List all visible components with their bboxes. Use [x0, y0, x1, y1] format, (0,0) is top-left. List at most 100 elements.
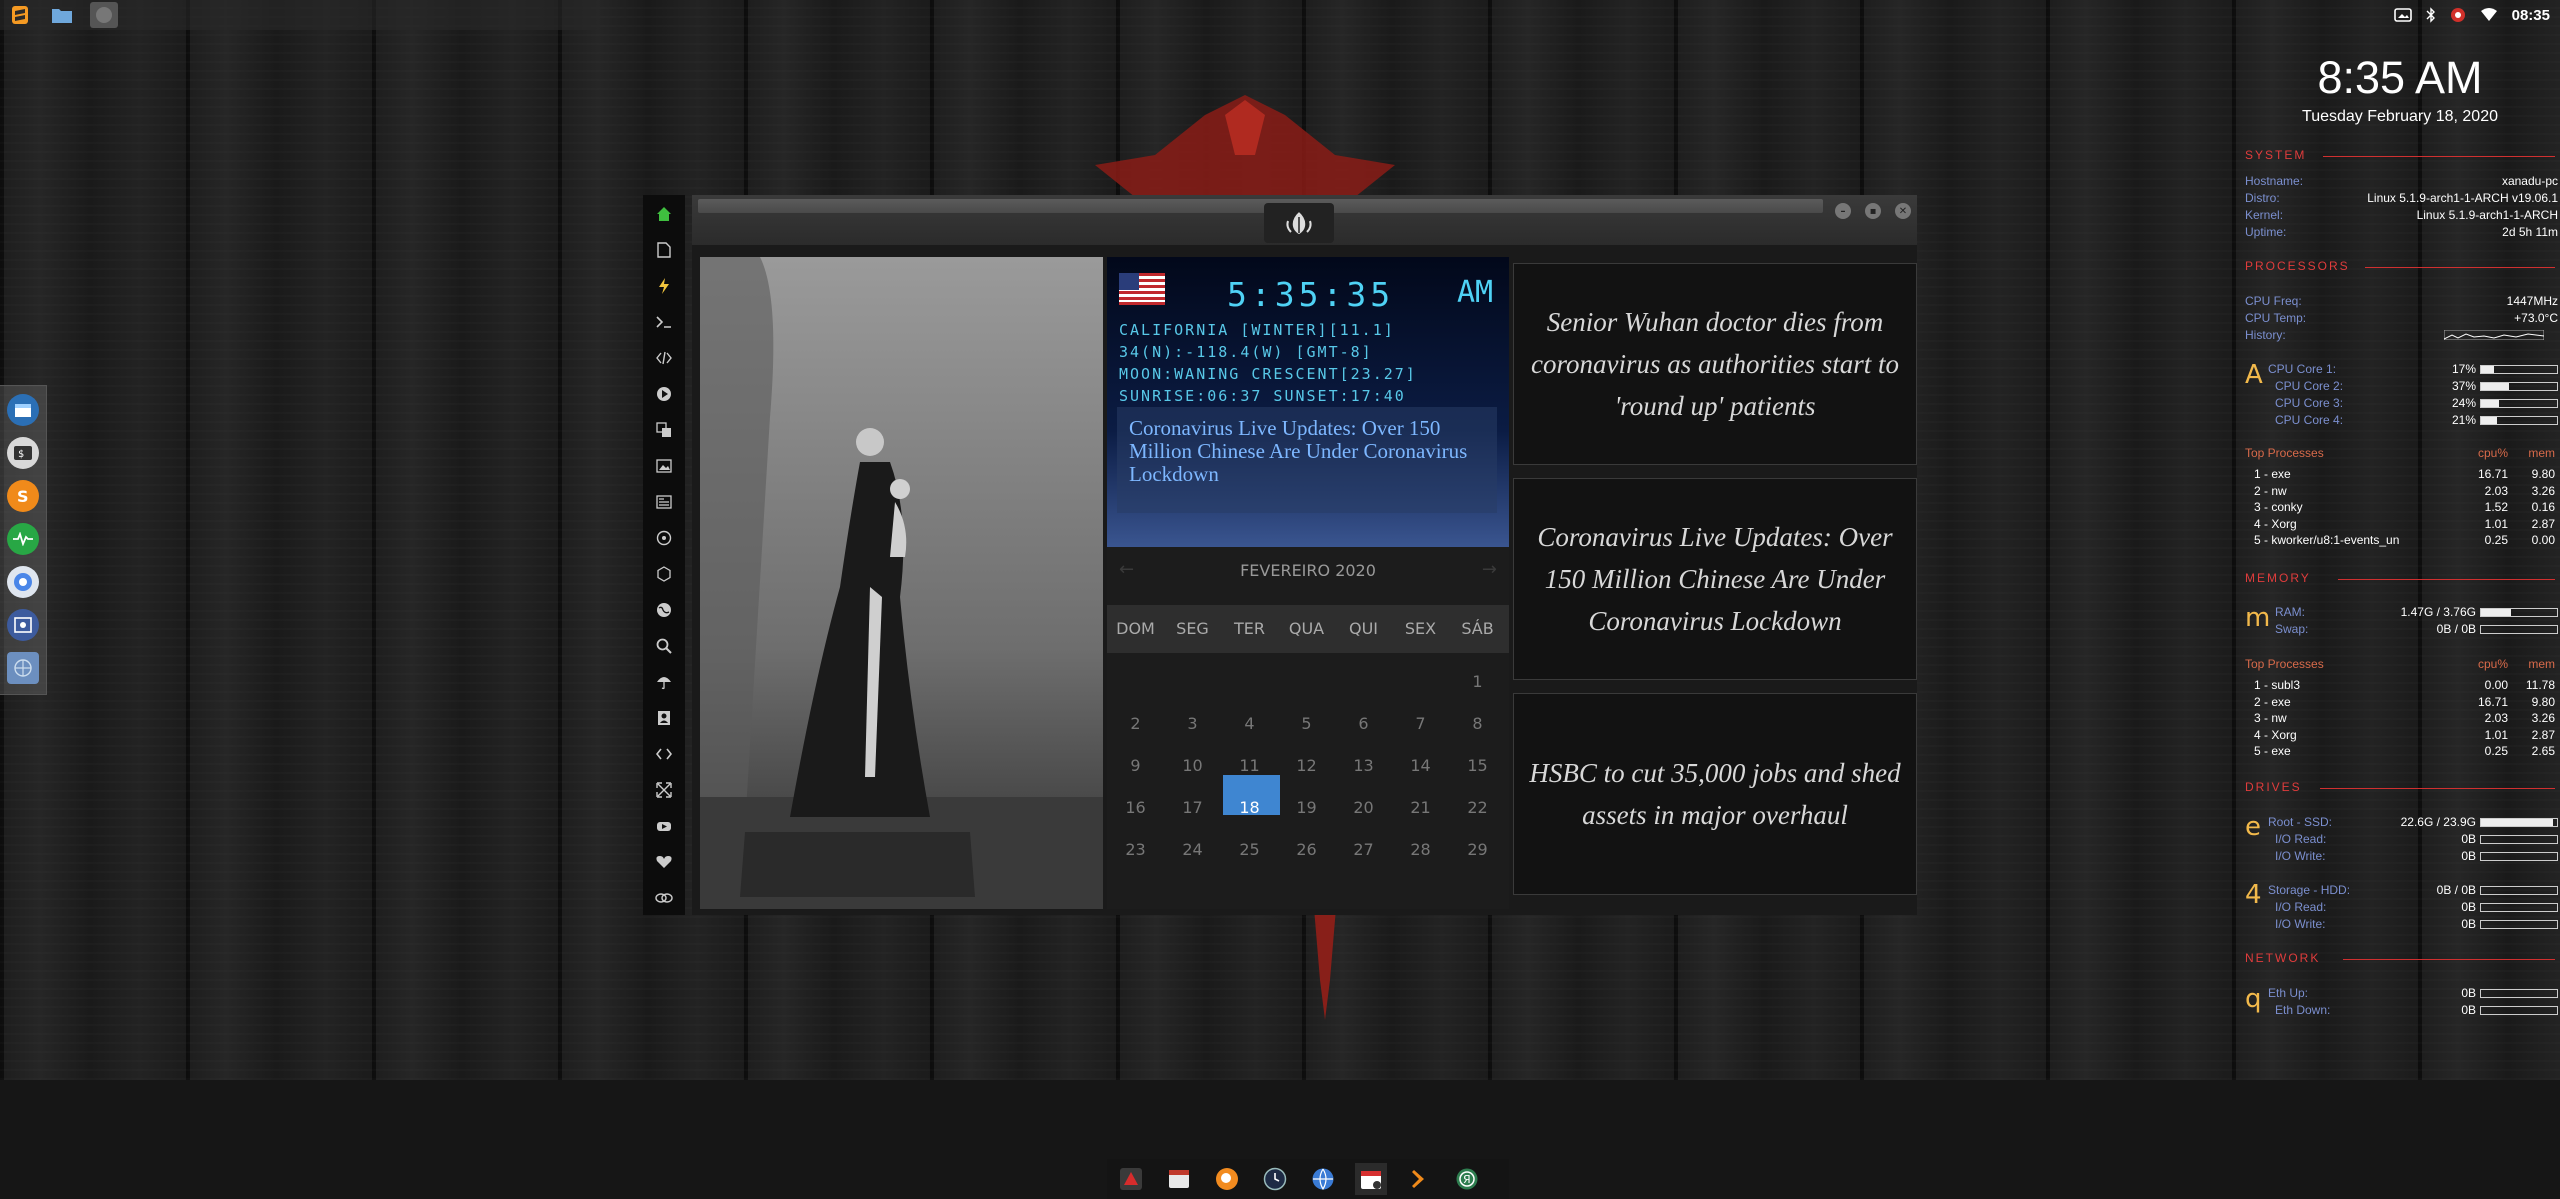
cloud-link-icon[interactable]	[655, 889, 673, 907]
maximize-button[interactable]: ▪	[1865, 203, 1881, 219]
distro-value: Linux 5.1.9-arch1-1-ARCH v19.06.1	[2367, 191, 2558, 205]
play-icon[interactable]	[655, 385, 673, 403]
headline-box[interactable]: Coronavirus Live Updates: Over 150 Milli…	[1117, 407, 1497, 513]
news-card[interactable]: Senior Wuhan doctor dies from coronaviru…	[1513, 263, 1917, 465]
calendar-day[interactable]: 10	[1164, 756, 1221, 775]
cpu-core-value: 21%	[2451, 413, 2476, 427]
network-app-icon[interactable]	[7, 652, 39, 684]
calendar-day[interactable]: 13	[1335, 756, 1392, 775]
process-name: 4 - Xorg	[2254, 727, 2297, 742]
root-write-label: I/O Write:	[2275, 849, 2326, 863]
calendar-day[interactable]: 4	[1221, 714, 1278, 733]
calendar-day[interactable]: 15	[1449, 756, 1506, 775]
sublime-dock-icon[interactable]: S	[7, 480, 39, 512]
code-icon[interactable]	[655, 349, 673, 367]
active-window-icon[interactable]	[90, 2, 118, 28]
calendar-day[interactable]: 6	[1335, 714, 1392, 733]
clock-app-icon[interactable]	[1259, 1163, 1291, 1195]
calendar-day[interactable]: 29	[1449, 840, 1506, 859]
image-icon[interactable]	[655, 457, 673, 475]
sublime-text-icon[interactable]	[6, 2, 34, 28]
close-button[interactable]: ✕	[1895, 203, 1911, 219]
minimize-button[interactable]: –	[1835, 203, 1851, 219]
news-card-title: Coronavirus Live Updates: Over 150 Milli…	[1537, 522, 1893, 636]
calendar-day[interactable]: 1	[1449, 672, 1506, 691]
translate-icon[interactable]	[655, 421, 673, 439]
calendar-day[interactable]: 5	[1278, 714, 1335, 733]
calendar-day[interactable]: 8	[1449, 714, 1506, 733]
warning-app-icon[interactable]	[1115, 1163, 1147, 1195]
terminal-icon[interactable]	[655, 313, 673, 331]
ram-bar	[2480, 608, 2558, 617]
uptime-value: 2d 5h 11m	[2502, 225, 2558, 239]
bar-fill	[2481, 400, 2500, 407]
calendar-day[interactable]: 9	[1107, 756, 1164, 775]
expand-icon[interactable]	[655, 781, 673, 799]
calendar-day[interactable]: 17	[1164, 798, 1221, 817]
section-divider	[2323, 156, 2555, 157]
storage-drive-value: 0B / 0B	[2436, 883, 2476, 897]
contact-icon[interactable]	[655, 709, 673, 727]
calendar-day[interactable]: 14	[1392, 756, 1449, 775]
terminal-app-icon[interactable]: $	[7, 437, 39, 469]
globe-icon[interactable]	[655, 601, 673, 619]
calendar-day[interactable]: 26	[1278, 840, 1335, 859]
search-icon[interactable]	[655, 637, 673, 655]
youtube-icon[interactable]	[655, 817, 673, 835]
calendar-day-today[interactable]: 18	[1221, 798, 1278, 817]
umbrella-icon[interactable]	[655, 673, 673, 691]
yandex-icon[interactable]: Я	[1451, 1163, 1483, 1195]
source-icon[interactable]	[655, 745, 673, 763]
system-monitor-icon[interactable]	[7, 523, 39, 555]
news-card[interactable]: HSBC to cut 35,000 jobs and shed assets …	[1513, 693, 1917, 895]
home-icon[interactable]	[655, 205, 673, 223]
calendar-day[interactable]: 23	[1107, 840, 1164, 859]
notes-app-icon[interactable]	[1163, 1163, 1195, 1195]
browser-globe-icon[interactable]	[1307, 1163, 1339, 1195]
storage-read-bar	[2480, 903, 2558, 912]
cpu-core-bar	[2480, 365, 2558, 374]
calendar-next-button[interactable]: →	[1482, 559, 1497, 580]
window-titlebar[interactable]: – ▪ ✕	[692, 195, 1917, 246]
process-cpu: 2.03	[2484, 711, 2508, 725]
hexagon-icon[interactable]	[655, 565, 673, 583]
finder-search-icon[interactable]	[1211, 1163, 1243, 1195]
calendar-day[interactable]: 16	[1107, 798, 1164, 817]
mem-column-header: mem	[2528, 446, 2555, 460]
calendar-day[interactable]: 24	[1164, 840, 1221, 859]
eth-down-value: 0B	[2461, 1003, 2476, 1017]
file-manager-icon[interactable]	[48, 2, 76, 28]
document-icon[interactable]	[655, 241, 673, 259]
calendar-app-icon[interactable]	[7, 394, 39, 426]
forward-arrow-icon[interactable]	[1403, 1163, 1435, 1195]
calendar-day[interactable]: 7	[1392, 714, 1449, 733]
calendar-day[interactable]: 2	[1107, 714, 1164, 733]
process-mem: 9.80	[2531, 467, 2555, 481]
calendar-day[interactable]: 20	[1335, 798, 1392, 817]
calendar-day[interactable]: 11	[1221, 756, 1278, 775]
drives-section-title: DRIVES	[2245, 780, 2302, 794]
root-drive-value: 22.6G / 23.9G	[2400, 815, 2476, 829]
calendar-day[interactable]: 28	[1392, 840, 1449, 859]
storage-drive-bar	[2480, 886, 2558, 895]
news-icon[interactable]	[655, 493, 673, 511]
lightning-icon[interactable]	[655, 277, 673, 295]
calendar-day[interactable]: 27	[1335, 840, 1392, 859]
calendar-day[interactable]: 25	[1221, 840, 1278, 859]
news-card[interactable]: Coronavirus Live Updates: Over 150 Milli…	[1513, 478, 1917, 680]
heart-icon[interactable]	[655, 853, 673, 871]
calendar-day[interactable]: 12	[1278, 756, 1335, 775]
process-name: 5 - exe	[2254, 744, 2291, 758]
process-mem: 0.00	[2531, 533, 2555, 547]
calendar-day[interactable]: 22	[1449, 798, 1506, 817]
process-cpu: 16.71	[2477, 467, 2508, 481]
screenshot-app-icon[interactable]	[7, 609, 39, 641]
calendar-app-taskbar-icon[interactable]	[1355, 1163, 1387, 1195]
chromium-icon[interactable]	[7, 566, 39, 598]
calendar-day[interactable]: 21	[1392, 798, 1449, 817]
settings-wheel-icon[interactable]	[655, 529, 673, 547]
calendar-day[interactable]: 19	[1278, 798, 1335, 817]
headline-text: Coronavirus Live Updates: Over 150 Milli…	[1129, 416, 1468, 486]
calendar-day[interactable]: 3	[1164, 714, 1221, 733]
conky-date: Tuesday February 18, 2020	[2302, 108, 2498, 125]
